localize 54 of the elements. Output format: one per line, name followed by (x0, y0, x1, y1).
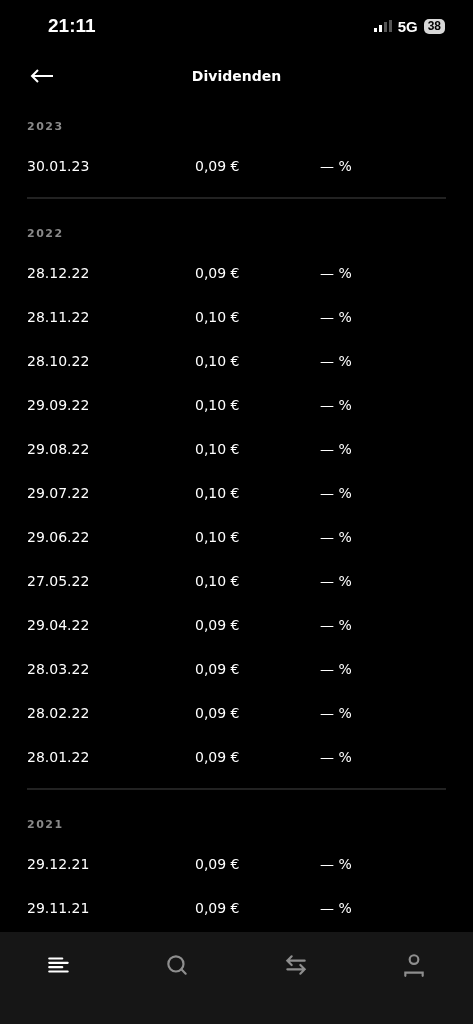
dividend-yield: — % (320, 441, 352, 457)
dividend-amount: 0,09 € (195, 617, 240, 633)
dividend-date: 29.12.21 (27, 856, 90, 872)
dividend-yield: — % (320, 265, 352, 281)
dividend-amount: 0,09 € (195, 265, 240, 281)
dividend-amount: 0,10 € (195, 485, 240, 501)
dividend-date: 28.02.22 (27, 705, 90, 721)
dividend-date: 28.10.22 (27, 353, 90, 369)
dividend-yield: — % (320, 900, 352, 916)
dividend-date: 29.08.22 (27, 441, 90, 457)
network-type: 5G (397, 17, 418, 35)
dividend-date: 28.11.22 (27, 309, 90, 325)
dividend-date: 28.03.22 (27, 661, 90, 677)
dividend-date: 28.12.22 (27, 265, 90, 281)
dividend-yield: — % (320, 617, 352, 633)
dividend-amount: 0,09 € (195, 661, 240, 677)
dividend-yield: — % (320, 661, 352, 677)
dividend-amount: 0,10 € (195, 441, 240, 457)
dividend-amount: 0,10 € (195, 397, 240, 413)
dividend-date: 29.09.22 (27, 397, 90, 413)
dividend-amount: 0,10 € (195, 309, 240, 325)
dividend-date: 27.05.22 (27, 573, 90, 589)
dividend-amount: 0,09 € (195, 749, 240, 765)
battery-level: 38 (423, 18, 445, 34)
dividend-date: 29.07.22 (27, 485, 90, 501)
dividend-amount: 0,10 € (195, 353, 240, 369)
dividend-yield: — % (320, 309, 352, 325)
signal-icon (373, 20, 392, 32)
dividend-yield: — % (320, 353, 352, 369)
dividend-amount: 0,10 € (195, 529, 240, 545)
dividend-amount: 0,09 € (195, 856, 240, 872)
dividend-date: 29.11.21 (27, 900, 90, 916)
dividend-amount: 0,09 € (195, 705, 240, 721)
back-arrow-icon[interactable] (30, 68, 54, 84)
dividend-yield: — % (320, 158, 352, 174)
dividend-yield: — % (320, 573, 352, 589)
page-title: Dividenden (191, 68, 282, 84)
dividend-yield: — % (320, 856, 352, 872)
dividend-yield: — % (320, 749, 352, 765)
year-heading: 2023 (27, 119, 64, 133)
dividend-date: 29.04.22 (27, 617, 90, 633)
dividend-yield: — % (320, 529, 352, 545)
year-heading: 2022 (27, 226, 64, 240)
dividend-yield: — % (320, 705, 352, 721)
status-time: 21:11 (48, 15, 96, 37)
dividend-date: 30.01.23 (27, 158, 90, 174)
dividend-yield: — % (320, 397, 352, 413)
dividend-date: 28.01.22 (27, 749, 90, 765)
dividend-amount: 0,09 € (195, 900, 240, 916)
year-heading: 2021 (27, 817, 64, 831)
dividend-amount: 0,10 € (195, 573, 240, 589)
dividend-yield: — % (320, 485, 352, 501)
dividend-date: 29.06.22 (27, 529, 90, 545)
dividend-amount: 0,09 € (195, 158, 240, 174)
